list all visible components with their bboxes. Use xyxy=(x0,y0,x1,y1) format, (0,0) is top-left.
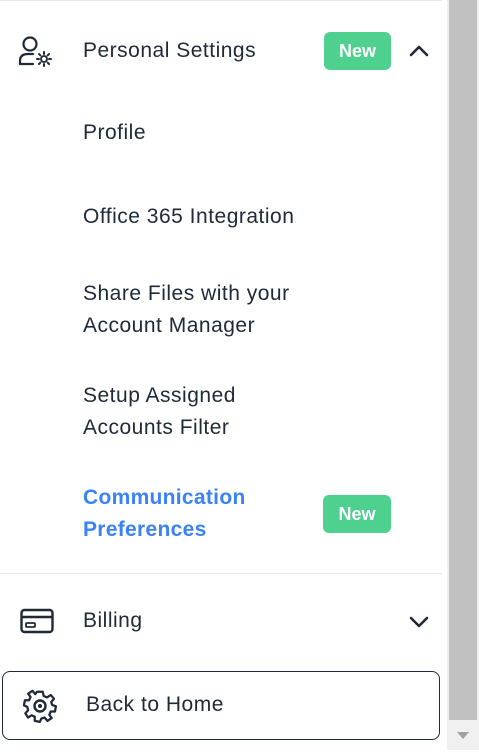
credit-card-icon xyxy=(20,608,54,634)
submenu-item-label-line1: Share Files with your xyxy=(83,282,290,305)
personal-settings-header[interactable]: Personal Settings New xyxy=(0,10,442,92)
personal-settings-label: Personal Settings xyxy=(83,39,257,62)
submenu-item-label-line2: Preferences xyxy=(83,518,207,541)
chevron-up-icon[interactable] xyxy=(407,39,431,63)
settings-menu-panel: Personal Settings New Profile Office 365… xyxy=(0,0,444,750)
submenu-item-profile[interactable]: Profile xyxy=(83,117,323,149)
submenu-item-label-line2: Account Manager xyxy=(83,314,256,337)
submenu-item-label: Office 365 Integration xyxy=(83,205,295,228)
billing-header[interactable]: Billing xyxy=(0,580,442,662)
submenu-item-share-files[interactable]: Share Files with your Account Manager xyxy=(83,278,343,342)
chevron-down-icon[interactable] xyxy=(407,610,431,634)
new-badge: New xyxy=(324,32,391,70)
gear-icon xyxy=(22,689,58,723)
submenu-item-setup-assigned-accounts-filter[interactable]: Setup Assigned Accounts Filter xyxy=(83,380,323,444)
new-badge: New xyxy=(323,495,391,533)
top-divider xyxy=(0,0,442,1)
submenu-item-label-line1: Setup Assigned xyxy=(83,384,236,407)
scrollbar-thumb[interactable] xyxy=(449,0,477,720)
back-to-home-label: Back to Home xyxy=(86,693,224,716)
submenu-item-office-365-integration[interactable]: Office 365 Integration xyxy=(83,201,383,233)
back-to-home-button[interactable]: Back to Home xyxy=(2,671,440,740)
submenu-item-label: Profile xyxy=(83,121,147,144)
billing-label: Billing xyxy=(83,609,143,632)
submenu-item-label-line2: Accounts Filter xyxy=(83,416,230,439)
submenu-item-communication-preferences[interactable]: Communication Preferences xyxy=(83,482,323,546)
submenu-item-label-line1: Communication xyxy=(83,486,246,509)
user-gear-icon xyxy=(18,35,54,67)
section-divider xyxy=(0,573,442,574)
scroll-down-arrow-icon[interactable] xyxy=(449,722,477,748)
